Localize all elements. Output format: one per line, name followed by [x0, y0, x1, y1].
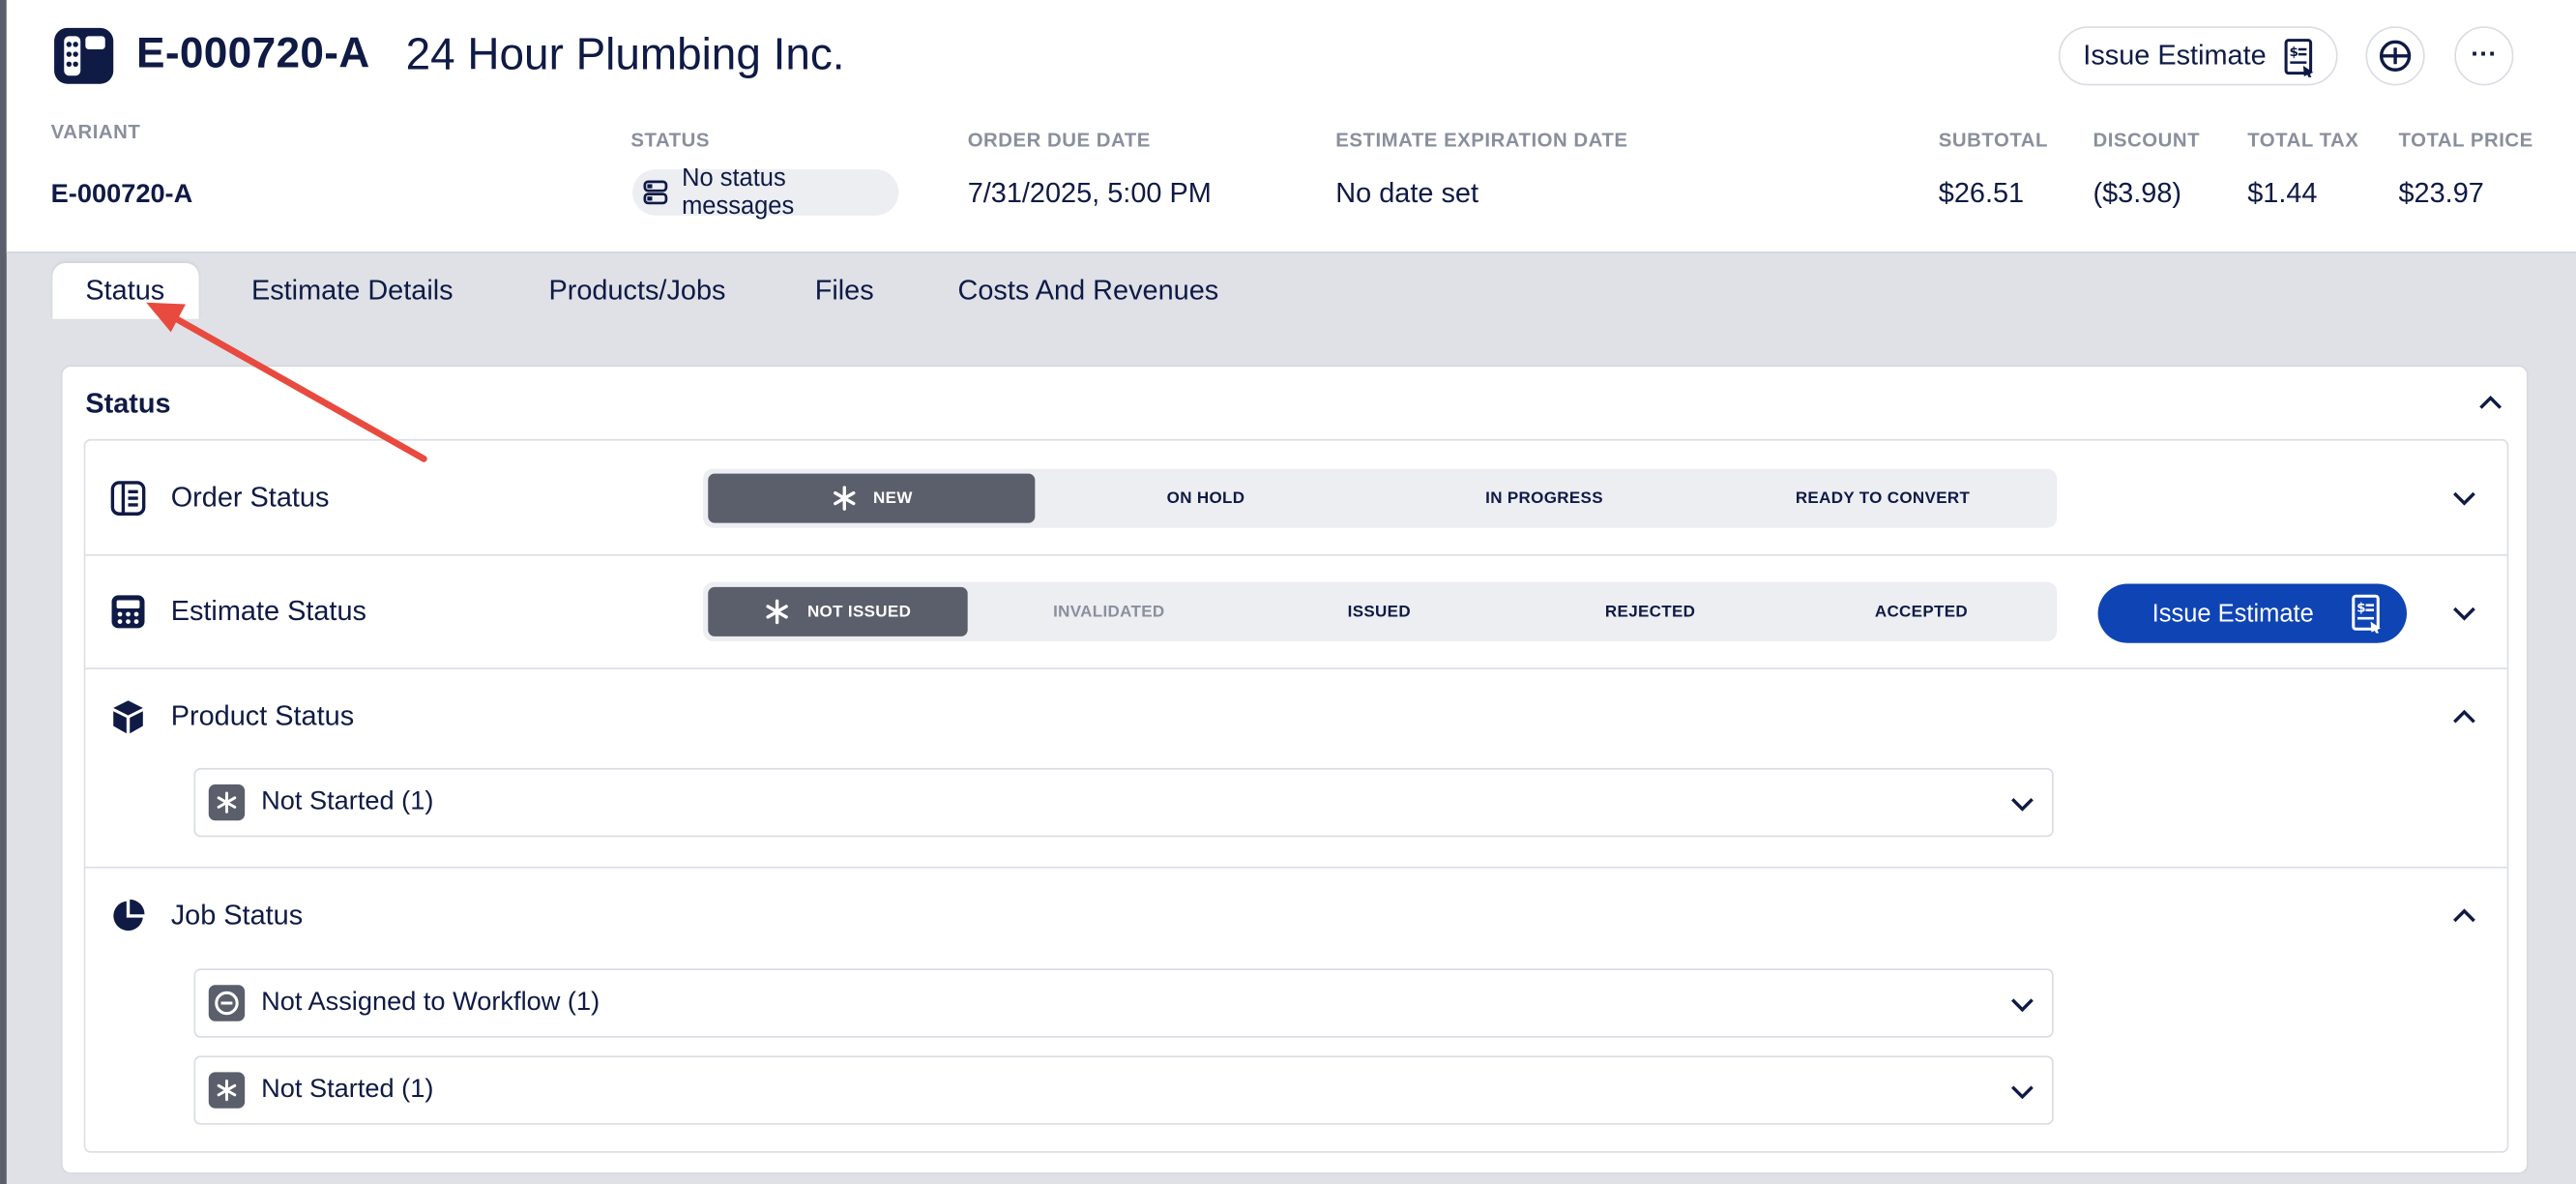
pie-chart-icon [113, 899, 145, 932]
variant-value: E-000720-A [50, 181, 193, 209]
subtotal-label: SUBTOTAL [1938, 128, 2048, 152]
product-not-started-label: Not Started (1) [261, 787, 434, 816]
invoice-icon: $ [2352, 594, 2381, 634]
product-status-dropdown[interactable]: Not Started (1) [193, 767, 2054, 838]
estimate-header: E-000720-A 24 Hour Plumbing Inc. Issue E… [6, 0, 2576, 253]
status-label: STATUS [630, 128, 711, 152]
circle-plus-icon [2379, 40, 2412, 72]
estimate-status-row: Estimate Status NOT ISSUED INVALIDATED I… [85, 556, 2507, 669]
chevron-up-icon[interactable] [2451, 704, 2477, 730]
status-sections: Order Status NEW ON HOLD IN PROGRESS REA… [83, 438, 2509, 1155]
svg-text:$: $ [2290, 44, 2298, 60]
job-not-assigned-dropdown[interactable]: Not Assigned to Workflow (1) [193, 968, 2054, 1038]
asterisk-badge-icon [208, 1072, 246, 1109]
job-not-assigned-label: Not Assigned to Workflow (1) [261, 988, 600, 1017]
left-edge-bar [0, 0, 7, 1184]
estimate-status-segmented-control: NOT ISSUED INVALIDATED ISSUED REJECTED A… [703, 581, 2058, 641]
chevron-down-icon[interactable] [2451, 601, 2477, 627]
order-list-icon [110, 481, 146, 516]
estimate-status-option-accepted[interactable]: ACCEPTED [1786, 587, 2057, 636]
estimate-id-title: E-000720-A [136, 27, 370, 77]
discount-label: DISCOUNT [2093, 128, 2201, 152]
order-status-option-on-hold[interactable]: ON HOLD [1041, 474, 1370, 523]
order-status-option-in-progress[interactable]: IN PROGRESS [1380, 474, 1709, 523]
add-circle-button[interactable] [2365, 26, 2425, 86]
invoice-icon: $ [2284, 39, 2314, 77]
order-status-label: Order Status [170, 482, 330, 514]
subtotal-value: $26.51 [1938, 177, 2025, 209]
status-panel: Status Order Status NEW ON HOLD IN PROGR… [60, 365, 2529, 1174]
chevron-down-icon [2011, 998, 2034, 1013]
calculator-logo-icon [54, 27, 114, 84]
order-status-option-new[interactable]: NEW [708, 473, 1036, 523]
total-tax-label: TOTAL TAX [2247, 128, 2359, 152]
status-panel-title: Status [85, 388, 171, 420]
issue-estimate-header-button[interactable]: Issue Estimate $ [2058, 26, 2338, 86]
job-not-started-label: Not Started (1) [261, 1075, 434, 1104]
estimate-status-label: Estimate Status [170, 595, 366, 627]
issue-estimate-label: Issue Estimate [2083, 39, 2267, 72]
total-price-value: $23.97 [2398, 177, 2484, 209]
variant-label: VARIANT [50, 120, 141, 143]
total-price-label: TOTAL PRICE [2398, 128, 2533, 152]
asterisk-icon [833, 486, 855, 511]
status-chip-text: No status messages [682, 164, 795, 221]
chevron-up-icon[interactable] [2477, 390, 2503, 416]
job-status-row: Job Status Not Assigned to Workflow (1) [85, 869, 2506, 1155]
more-options-button[interactable]: ··· [2454, 26, 2514, 86]
asterisk-icon [767, 599, 789, 625]
estimate-status-option-issued[interactable]: ISSUED [1244, 587, 1514, 636]
order-due-date-label: ORDER DUE DATE [967, 128, 1151, 152]
chevron-up-icon[interactable] [2451, 903, 2477, 929]
tab-estimate-details[interactable]: Estimate Details [251, 263, 454, 319]
messages-icon [642, 179, 668, 205]
calculator-icon [111, 595, 145, 629]
more-dots-icon: ··· [2471, 41, 2498, 70]
minus-circle-badge-icon [208, 985, 246, 1021]
company-name: 24 Hour Plumbing Inc. [405, 29, 845, 79]
expiration-date-value: No date set [1335, 177, 1478, 209]
status-chip: No status messages [632, 164, 899, 221]
order-status-option-ready-to-convert[interactable]: READY TO CONVERT [1718, 474, 2047, 523]
estimate-status-option-not-issued[interactable]: NOT ISSUED [708, 586, 968, 636]
chevron-down-icon [2011, 797, 2034, 812]
asterisk-badge-icon [208, 784, 246, 821]
order-status-segmented-control: NEW ON HOLD IN PROGRESS READY TO CONVERT [703, 468, 2058, 528]
chevron-down-icon [2011, 1085, 2034, 1100]
tab-status[interactable]: Status [52, 263, 199, 319]
svg-text:$: $ [2356, 600, 2365, 615]
estimate-status-option-rejected[interactable]: REJECTED [1514, 587, 1785, 636]
order-status-row: Order Status NEW ON HOLD IN PROGRESS REA… [85, 441, 2507, 556]
job-not-started-dropdown[interactable]: Not Started (1) [193, 1055, 2054, 1125]
discount-value: ($3.98) [2093, 177, 2182, 209]
tab-products-jobs[interactable]: Products/Jobs [548, 263, 725, 319]
expiration-date-label: ESTIMATE EXPIRATION DATE [1335, 128, 1628, 152]
chevron-down-icon[interactable] [2451, 486, 2477, 512]
product-status-label: Product Status [170, 700, 355, 732]
estimate-status-option-invalidated[interactable]: INVALIDATED [974, 587, 1244, 636]
cube-icon [113, 700, 143, 734]
product-status-row: Product Status Not Started (1) [85, 669, 2507, 869]
order-due-date-value: 7/31/2025, 5:00 PM [967, 177, 1212, 209]
job-status-label: Job Status [170, 899, 304, 932]
total-tax-value: $1.44 [2247, 177, 2318, 209]
tab-costs-and-revenues[interactable]: Costs And Revenues [957, 263, 1218, 319]
tab-files[interactable]: Files [815, 263, 874, 319]
issue-estimate-button[interactable]: Issue Estimate $ [2097, 583, 2407, 643]
